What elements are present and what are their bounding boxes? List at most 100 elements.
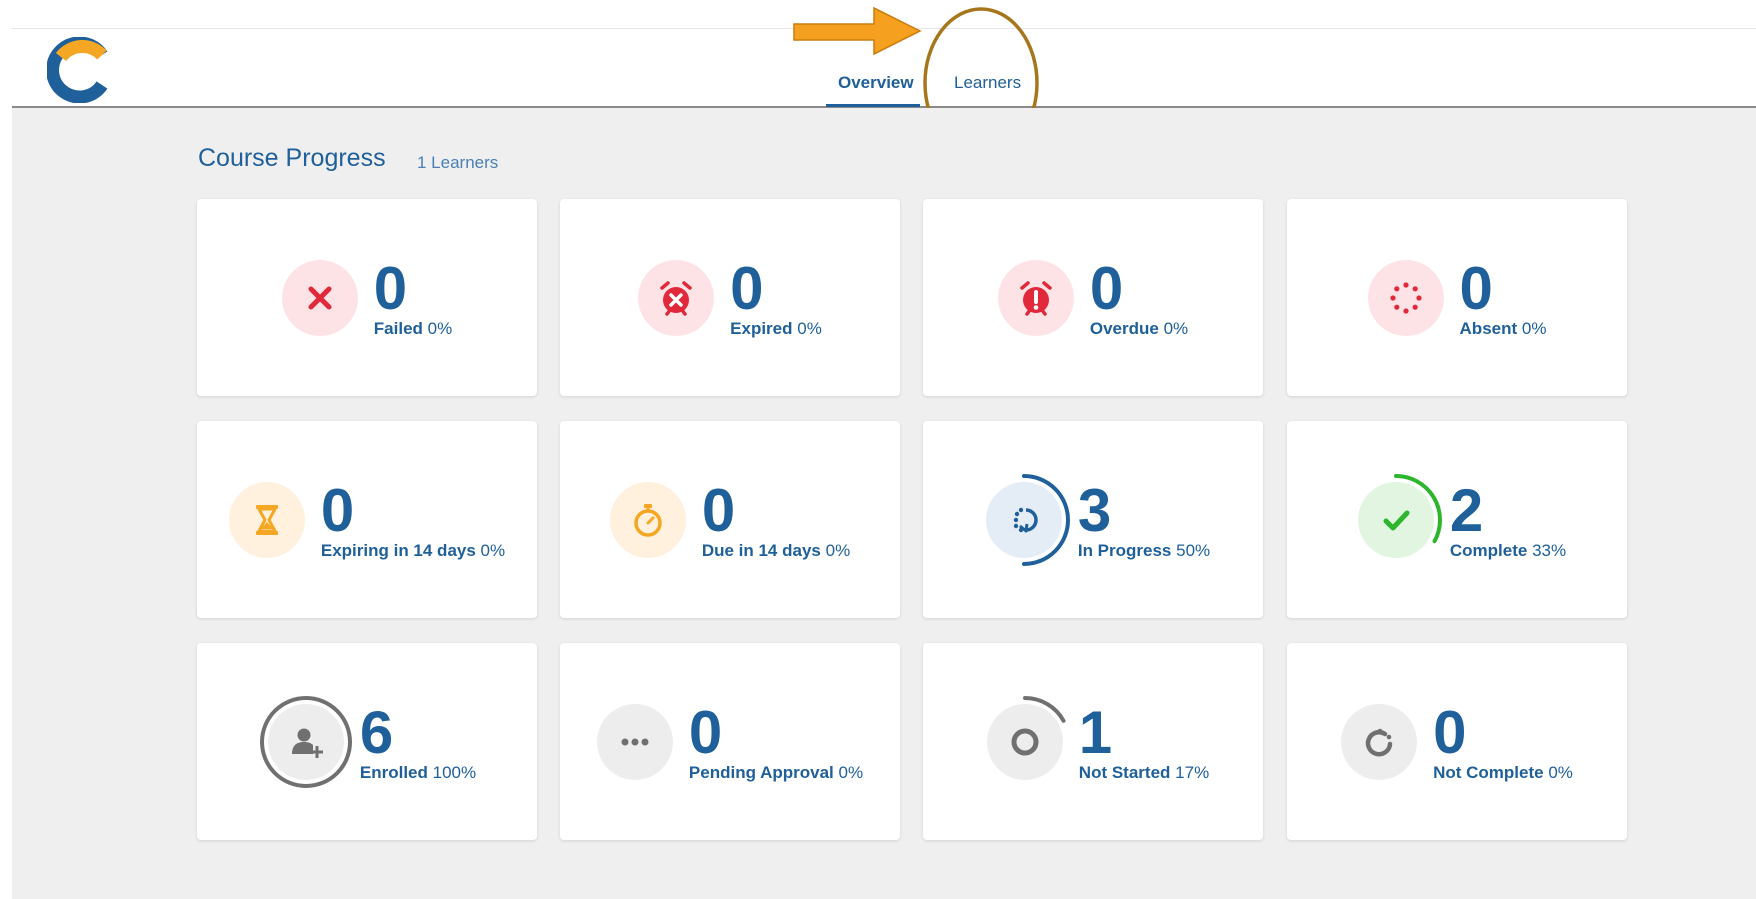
stat-count: 0 [730, 254, 764, 322]
stat-count: 0 [320, 476, 355, 544]
alarm-x-icon [638, 259, 715, 336]
stat-count: 0 [1089, 254, 1124, 322]
stat-count: 6 [359, 698, 394, 766]
stat-percent: 100% [432, 762, 477, 782]
stat-label: Expiring in 14 days [320, 540, 476, 560]
stat-percent: 0% [480, 540, 506, 560]
stat-icon-wrap [228, 481, 305, 558]
stat-percent: 50% [1176, 540, 1211, 560]
learner-count: 1 Learners [417, 153, 499, 172]
tab-overview-label: Overview [838, 73, 914, 92]
stat-label-row: Failed 0% [374, 319, 452, 339]
stat-card-body: 6 Enrolled 100% [197, 643, 537, 840]
stat-label: Overdue [1089, 318, 1159, 338]
stat-label: Absent [1459, 318, 1518, 338]
stat-icon-wrap [1341, 703, 1418, 780]
stat-icon-wrap [638, 259, 715, 336]
stat-icon-wrap [997, 259, 1074, 336]
stat-text: 0 Not Complete 0% [1433, 702, 1573, 783]
stat-text: 0 Failed 0% [373, 254, 452, 339]
stat-label: Due in 14 days [701, 540, 821, 560]
stat-label-row: Expiring in 14 days 0% [321, 541, 505, 561]
stat-label-row: Absent 0% [1460, 319, 1547, 339]
stat-label: In Progress [1077, 540, 1172, 560]
stat-text: 0 Pending Approval 0% [688, 698, 864, 783]
stat-card-expired[interactable]: 0 Expired 0% [560, 199, 900, 396]
stat-card-due-in-14-days[interactable]: 0 Due in 14 days 0% [560, 421, 900, 618]
checkmark-icon [1357, 481, 1434, 558]
stat-count: 1 [1078, 698, 1113, 766]
stat-card-body: 0 Pending Approval 0% [560, 643, 900, 840]
stat-label-row: Expired 0% [730, 319, 822, 339]
stat-text: 2 Complete 33% [1449, 476, 1566, 561]
stat-icon-wrap [1348, 472, 1444, 568]
annotation-arrow-icon [793, 6, 922, 56]
stat-card-body: 2 Complete 33% [1287, 421, 1627, 618]
stat-count: 0 [688, 698, 723, 766]
tab-overview[interactable]: Overview [826, 73, 920, 107]
stat-card-body: 1 Not Started 17% [923, 643, 1263, 840]
stat-icon-wrap [976, 472, 1072, 568]
stat-label: Complete [1449, 540, 1528, 560]
stat-icon-wrap [1367, 259, 1444, 336]
stat-count: 2 [1449, 476, 1484, 544]
stat-label-row: Due in 14 days 0% [702, 541, 850, 561]
stat-card-complete[interactable]: 2 Complete 33% [1287, 421, 1627, 618]
stat-icon-wrap [258, 694, 354, 790]
stat-label-row: Enrolled 100% [360, 763, 476, 783]
stat-card-absent[interactable]: 0 Absent 0% [1287, 199, 1627, 396]
stat-card-expiring-in-14-days[interactable]: 0 Expiring in 14 days 0% [197, 421, 537, 618]
empty-circle-icon [986, 703, 1063, 780]
stat-icon-wrap [596, 703, 673, 780]
active-tab-underline [826, 104, 920, 107]
stat-card-in-progress[interactable]: 3 In Progress 50% [923, 421, 1263, 618]
stat-percent: 17% [1175, 762, 1210, 782]
stat-label-row: Complete 33% [1450, 541, 1566, 561]
page-title: Course Progress [198, 144, 386, 172]
stat-label-row: In Progress 50% [1078, 541, 1210, 561]
c-logo-icon[interactable] [47, 37, 113, 103]
stat-icon-wrap [281, 259, 358, 336]
add-user-icon [267, 703, 344, 780]
stat-percent: 0% [825, 540, 851, 560]
stat-card-body: 0 Not Complete 0% [1287, 643, 1627, 840]
stat-card-overdue[interactable]: 0 Overdue 0% [923, 199, 1263, 396]
stat-percent: 0% [797, 318, 822, 338]
stat-text: 0 Absent 0% [1459, 254, 1547, 339]
partial-circle-icon [1341, 703, 1418, 780]
stat-text: 1 Not Started 17% [1078, 698, 1209, 783]
stat-text: 0 Expired 0% [730, 254, 822, 339]
stat-label: Expired [730, 318, 793, 338]
progress-arrow-icon [985, 481, 1062, 558]
stat-label-row: Not Started 17% [1079, 763, 1209, 783]
stat-text: 0 Expiring in 14 days 0% [320, 476, 505, 561]
dotted-circle-icon [1367, 259, 1444, 336]
stat-card-enrolled[interactable]: 6 Enrolled 100% [197, 643, 537, 840]
stat-card-body: 0 Absent 0% [1287, 199, 1627, 396]
stat-icon-wrap [977, 694, 1073, 790]
stat-text: 0 Overdue 0% [1089, 254, 1188, 339]
stat-text: 0 Due in 14 days 0% [702, 480, 850, 561]
stat-text: 6 Enrolled 100% [359, 698, 476, 783]
stat-card-not-started[interactable]: 1 Not Started 17% [923, 643, 1263, 840]
stat-card-body: 3 In Progress 50% [923, 421, 1263, 618]
alarm-exclamation-icon [997, 259, 1074, 336]
stat-percent: 0% [838, 762, 864, 782]
stat-percent: 0% [1548, 762, 1573, 782]
stat-card-body: 0 Overdue 0% [923, 199, 1263, 396]
stat-card-body: 0 Expired 0% [560, 199, 900, 396]
stat-text: 3 In Progress 50% [1078, 480, 1210, 561]
stat-card-not-complete[interactable]: 0 Not Complete 0% [1287, 643, 1627, 840]
stat-label-row: Overdue 0% [1090, 319, 1188, 339]
stat-icon-wrap [609, 481, 686, 558]
stat-card-failed[interactable]: 0 Failed 0% [197, 199, 537, 396]
stat-card-pending-approval[interactable]: 0 Pending Approval 0% [560, 643, 900, 840]
stat-percent: 0% [1163, 318, 1189, 338]
stat-card-body: 0 Due in 14 days 0% [560, 421, 900, 618]
stat-card-body: 0 Expiring in 14 days 0% [197, 421, 537, 618]
hourglass-icon [228, 481, 305, 558]
stat-count: 0 [373, 254, 408, 322]
ellipsis-icon [596, 703, 673, 780]
stat-count: 0 [1459, 254, 1493, 322]
stat-percent: 33% [1532, 540, 1567, 560]
